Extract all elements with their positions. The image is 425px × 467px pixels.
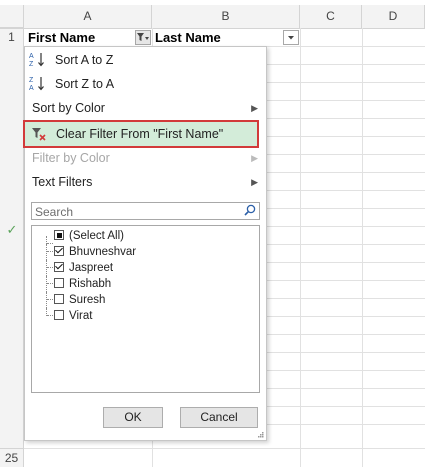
text-filters-item[interactable]: Text Filters ▶ bbox=[25, 170, 266, 194]
resize-grip-icon[interactable] bbox=[258, 432, 264, 438]
list-item-label: Jaspreet bbox=[69, 262, 114, 274]
list-item-label: (Select All) bbox=[69, 230, 124, 242]
grid-line bbox=[362, 28, 363, 467]
row-header-25[interactable]: 25 bbox=[0, 448, 24, 467]
list-item-label: Bhuvneshvar bbox=[69, 246, 137, 258]
sort-a-to-z-label: Sort A to Z bbox=[55, 53, 114, 67]
chevron-down-icon bbox=[288, 36, 294, 40]
item-checkbox[interactable] bbox=[54, 294, 64, 304]
clear-filter-item[interactable]: Clear Filter From "First Name" bbox=[23, 120, 259, 148]
check-icon: ✓ bbox=[6, 222, 18, 237]
column-header-b[interactable]: B bbox=[152, 5, 300, 28]
first-name-filter-button[interactable] bbox=[135, 30, 151, 45]
chevron-right-icon: ▶ bbox=[251, 177, 258, 187]
svg-text:A: A bbox=[29, 53, 34, 60]
column-header-a[interactable]: A bbox=[24, 5, 152, 28]
search-placeholder: Search bbox=[35, 205, 74, 219]
filter-by-color-label: Filter by Color bbox=[32, 151, 110, 165]
filter-by-color-item: Filter by Color ▶ bbox=[25, 146, 266, 170]
grid-line bbox=[300, 28, 301, 467]
column-header-c[interactable]: C bbox=[300, 5, 362, 28]
svg-text:Z: Z bbox=[29, 77, 34, 84]
item-checkbox[interactable] bbox=[54, 246, 64, 256]
text-filters-label: Text Filters bbox=[32, 175, 93, 189]
chevron-right-icon: ▶ bbox=[251, 103, 258, 113]
list-item-label: Rishabh bbox=[69, 278, 112, 290]
grid-line bbox=[24, 448, 425, 449]
svg-text:A: A bbox=[29, 85, 34, 92]
select-all-checkbox[interactable] bbox=[54, 230, 64, 240]
header-last-name[interactable]: Last Name bbox=[155, 30, 221, 45]
item-checkbox[interactable] bbox=[54, 278, 64, 288]
autofilter-dropdown: A Z Sort A to Z Z A Sort Z to A Sort by … bbox=[23, 46, 267, 441]
clear-filter-icon bbox=[32, 128, 46, 141]
sort-by-color-label: Sort by Color bbox=[32, 101, 105, 115]
clear-filter-label: Clear Filter From "First Name" bbox=[56, 127, 224, 141]
item-checkbox[interactable] bbox=[54, 310, 64, 320]
cancel-button[interactable]: Cancel bbox=[180, 407, 258, 428]
sort-by-color-item[interactable]: Sort by Color ▶ bbox=[25, 96, 266, 120]
search-icon bbox=[244, 204, 256, 216]
chevron-right-icon: ▶ bbox=[251, 153, 258, 163]
ok-button[interactable]: OK bbox=[103, 407, 163, 428]
select-all-corner[interactable] bbox=[0, 5, 24, 28]
item-checkbox[interactable] bbox=[54, 262, 64, 272]
sort-a-to-z-item[interactable]: A Z Sort A to Z bbox=[25, 48, 266, 72]
sort-ascending-icon: A Z bbox=[29, 51, 47, 69]
search-input[interactable]: Search bbox=[31, 202, 260, 220]
row-header-1[interactable]: 1 bbox=[0, 29, 24, 46]
filter-value-list[interactable]: (Select All) Bhuvneshvar Jaspreet Rishab… bbox=[31, 225, 260, 393]
svg-text:Z: Z bbox=[29, 61, 34, 68]
sort-descending-icon: Z A bbox=[29, 75, 47, 93]
sort-z-to-a-label: Sort Z to A bbox=[55, 77, 115, 91]
row-header-column bbox=[0, 46, 24, 448]
sort-z-to-a-item[interactable]: Z A Sort Z to A bbox=[25, 72, 266, 96]
last-name-filter-button[interactable] bbox=[283, 30, 299, 45]
column-header-d[interactable]: D bbox=[362, 5, 425, 28]
header-first-name[interactable]: First Name bbox=[28, 30, 95, 45]
funnel-filter-icon bbox=[137, 33, 149, 41]
list-item-label: Virat bbox=[69, 310, 93, 322]
list-item-label: Suresh bbox=[69, 294, 106, 306]
